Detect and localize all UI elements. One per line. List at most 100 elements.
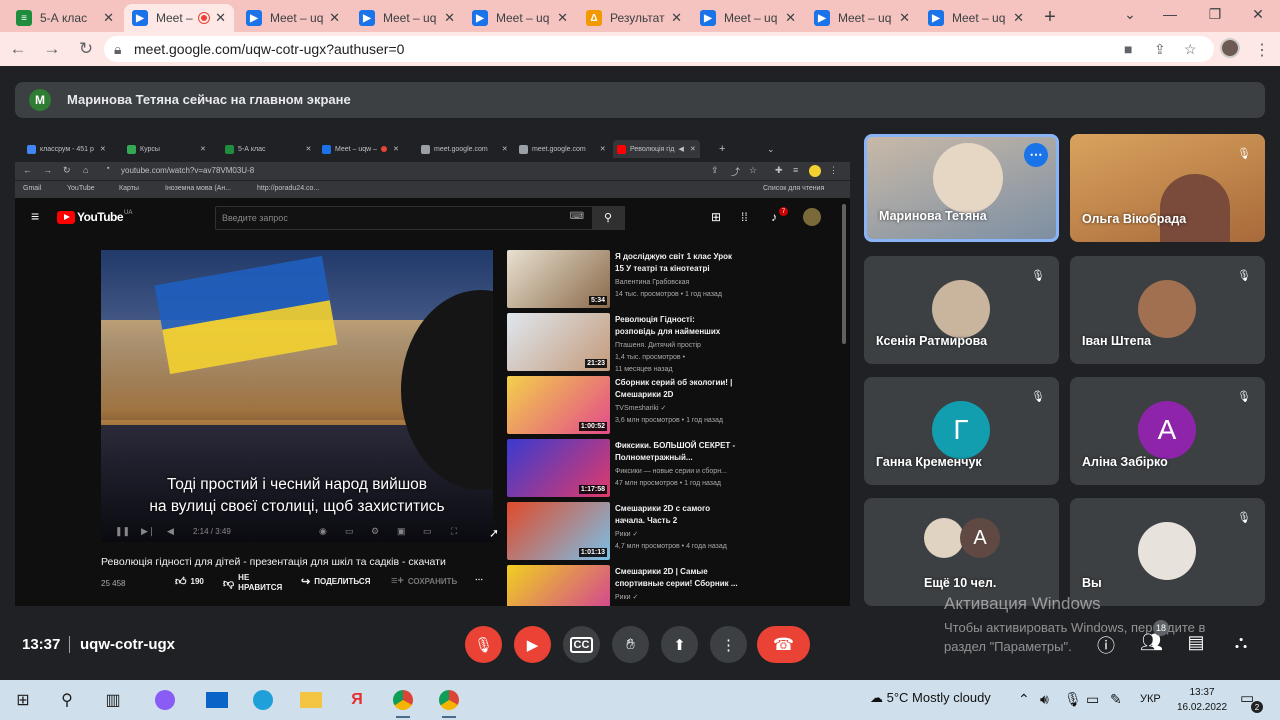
browser-tab[interactable]: ▶ Meet – uq ✕ xyxy=(351,4,463,32)
more-vert-icon[interactable]: ⋮ xyxy=(1254,40,1270,60)
mail-icon[interactable] xyxy=(204,688,230,712)
windows-taskbar: ⊞ ⚲ ▥ Я ☁︎ 5°C Mostly cloudy ⌃ 🔊︎ 🎙︎ ▭ ✎… xyxy=(0,680,1280,720)
present-button[interactable]: ⬆ xyxy=(661,626,698,663)
task-view-icon[interactable]: ▥ xyxy=(100,688,126,712)
participant-tile[interactable]: 🎙︎ Іван Штепа xyxy=(1070,256,1265,364)
close-tab-icon[interactable]: ✕ xyxy=(444,10,455,26)
google-icon xyxy=(27,144,36,154)
lock-icon[interactable]: 🔒︎ xyxy=(114,41,121,58)
windows-start-icon[interactable]: ⊞ xyxy=(10,688,36,712)
url-field[interactable]: 🔒︎ meet.google.com/uqw-cotr-ugx?authuser… xyxy=(104,36,1214,62)
participant-tile[interactable]: Г 🎙︎ Ганна Кременчук xyxy=(864,377,1059,485)
close-tab-icon[interactable]: ✕ xyxy=(1013,10,1024,26)
microphone-icon[interactable]: 🎙︎ xyxy=(1064,691,1082,708)
leave-call-button[interactable]: ☎ xyxy=(757,626,810,663)
browser-tab-active[interactable]: ▶ Meet – ✕ xyxy=(124,4,234,32)
theater-icon: ▭ xyxy=(423,526,432,536)
captions-button[interactable]: CC xyxy=(563,626,600,663)
shared-tab: meet.google.com ✕ xyxy=(421,140,508,158)
meeting-code[interactable]: uqw-cotr-ugx xyxy=(80,636,175,653)
close-icon: ✕ xyxy=(199,146,206,153)
notification-badge: 2 xyxy=(1251,701,1263,713)
reading-list: Список для чтения xyxy=(763,185,825,192)
raise-hand-button[interactable]: ✋︎ xyxy=(612,626,649,663)
browser-tab[interactable]: ≡ 5-А клас ✕ xyxy=(8,4,122,32)
miniplayer-icon: ▣ xyxy=(397,526,406,536)
profile-avatar[interactable] xyxy=(1220,38,1240,58)
search-icon[interactable]: ⚲ xyxy=(54,688,80,712)
close-tab-icon[interactable]: ✕ xyxy=(785,10,796,26)
new-tab-icon[interactable]: + xyxy=(1040,6,1060,29)
language-indicator[interactable]: УКР xyxy=(1140,693,1161,705)
restore-icon[interactable]: ❐ xyxy=(1205,6,1225,23)
yandex-browser-icon[interactable]: Я xyxy=(344,688,370,712)
video-thumbnail: 1:17:58 xyxy=(507,439,610,497)
audio-icon: ◀︎ xyxy=(678,146,684,153)
participant-tile[interactable]: 🎙︎ Ксенія Ратмирова xyxy=(864,256,1059,364)
close-tab-icon[interactable]: ✕ xyxy=(557,10,568,26)
star-icon[interactable]: ☆ xyxy=(1184,41,1197,58)
meet-icon: ▶ xyxy=(246,10,262,26)
classroom-icon xyxy=(225,144,234,154)
playlist-add-icon: ≡+ xyxy=(391,575,404,587)
file-explorer-icon[interactable] xyxy=(298,688,324,712)
back-icon[interactable]: ← xyxy=(8,40,28,58)
bookmark-maps: Карты xyxy=(119,185,139,192)
reload-icon[interactable]: ↻ xyxy=(76,40,96,58)
participant-tile[interactable]: ⋯ Маринова Тетяна xyxy=(864,134,1059,242)
close-tab-icon[interactable]: ✕ xyxy=(329,10,340,26)
self-tile[interactable]: 🎙︎ Вы xyxy=(1070,498,1265,606)
minimize-icon[interactable]: — xyxy=(1160,6,1180,22)
participant-tile[interactable]: А 🎙︎ Аліна Забірко xyxy=(1070,377,1265,485)
participant-tile[interactable]: 🎙︎ Ольга Вікобрада xyxy=(1070,134,1265,242)
share-icon[interactable]: ⇪ xyxy=(1154,41,1166,58)
close-icon: ✕ xyxy=(689,146,696,153)
camera-off-button[interactable]: ▶︎ xyxy=(514,626,551,663)
weather-widget[interactable]: ☁︎ 5°C Mostly cloudy xyxy=(870,690,991,706)
browser-tab[interactable]: ▶ Meet – uq ✕ xyxy=(238,4,348,32)
activities-icon[interactable]: ⛬ xyxy=(1230,632,1252,653)
close-window-icon[interactable]: ✕ xyxy=(1248,6,1268,23)
avatar xyxy=(803,208,821,226)
cloud-icon: ☁︎ xyxy=(870,690,883,705)
chevron-up-icon[interactable]: ⌃ xyxy=(1018,691,1030,708)
camera-icon[interactable]: ■ xyxy=(1124,41,1132,57)
browser-tab[interactable]: ▶ Meet – uq ✕ xyxy=(920,4,1032,32)
volume-icon[interactable]: 🔊︎ xyxy=(1040,691,1049,708)
participant-avatar: А xyxy=(1138,401,1196,459)
browser-tab[interactable]: ▶ Meet – uq ✕ xyxy=(464,4,576,32)
close-icon: ✕ xyxy=(305,146,312,153)
battery-icon[interactable]: ▭ xyxy=(1086,691,1099,708)
cortana-icon[interactable] xyxy=(152,688,178,712)
youtube-icon xyxy=(617,144,626,154)
chrome-icon[interactable] xyxy=(390,688,416,718)
back-icon: ← xyxy=(23,165,32,175)
browser-tab[interactable]: ▶ Meet – uq ✕ xyxy=(692,4,804,32)
youtube-logo: YouTube UA xyxy=(57,210,132,224)
browser-tab[interactable]: Δ Результат ✕ xyxy=(578,4,690,32)
participant-avatar: А xyxy=(960,518,1000,558)
shared-tab: Курсы ✕ xyxy=(127,140,206,158)
bookmark-youtube: YouTube xyxy=(67,185,95,192)
close-tab-icon[interactable]: ✕ xyxy=(215,10,226,26)
participant-photo xyxy=(1138,280,1196,338)
browser-tab[interactable]: ▶ Meet – uq ✕ xyxy=(806,4,918,32)
close-tab-icon[interactable]: ✕ xyxy=(899,10,910,26)
system-clock[interactable]: 13:37 16.02.2022 xyxy=(1172,685,1232,715)
chrome-icon[interactable] xyxy=(436,688,462,718)
close-tab-icon[interactable]: ✕ xyxy=(671,10,682,26)
pen-icon[interactable]: ✎ xyxy=(1110,691,1122,708)
close-tab-icon[interactable]: ✕ xyxy=(103,10,114,26)
chat-icon[interactable]: ▤ xyxy=(1185,632,1207,653)
forward-icon[interactable]: → xyxy=(42,40,62,58)
more-participants-tile[interactable]: А Ещё 10 чел. xyxy=(864,498,1059,606)
meeting-info-icon[interactable]: ⓘ xyxy=(1095,632,1117,658)
dislike-button: 👎︎ НЕ НРАВИТСЯ xyxy=(223,573,283,592)
edge-icon[interactable] xyxy=(250,688,276,712)
chevron-down-icon[interactable]: ⌄ xyxy=(1120,6,1140,23)
save-button: ≡+ СОХРАНИТЬ xyxy=(391,575,458,587)
bell-icon: ♪ xyxy=(771,210,777,224)
more-options-button[interactable]: ⋮ xyxy=(710,626,747,663)
more-options-icon[interactable]: ⋯ xyxy=(1024,143,1048,167)
mic-off-button[interactable]: 🎙︎ xyxy=(465,626,502,663)
